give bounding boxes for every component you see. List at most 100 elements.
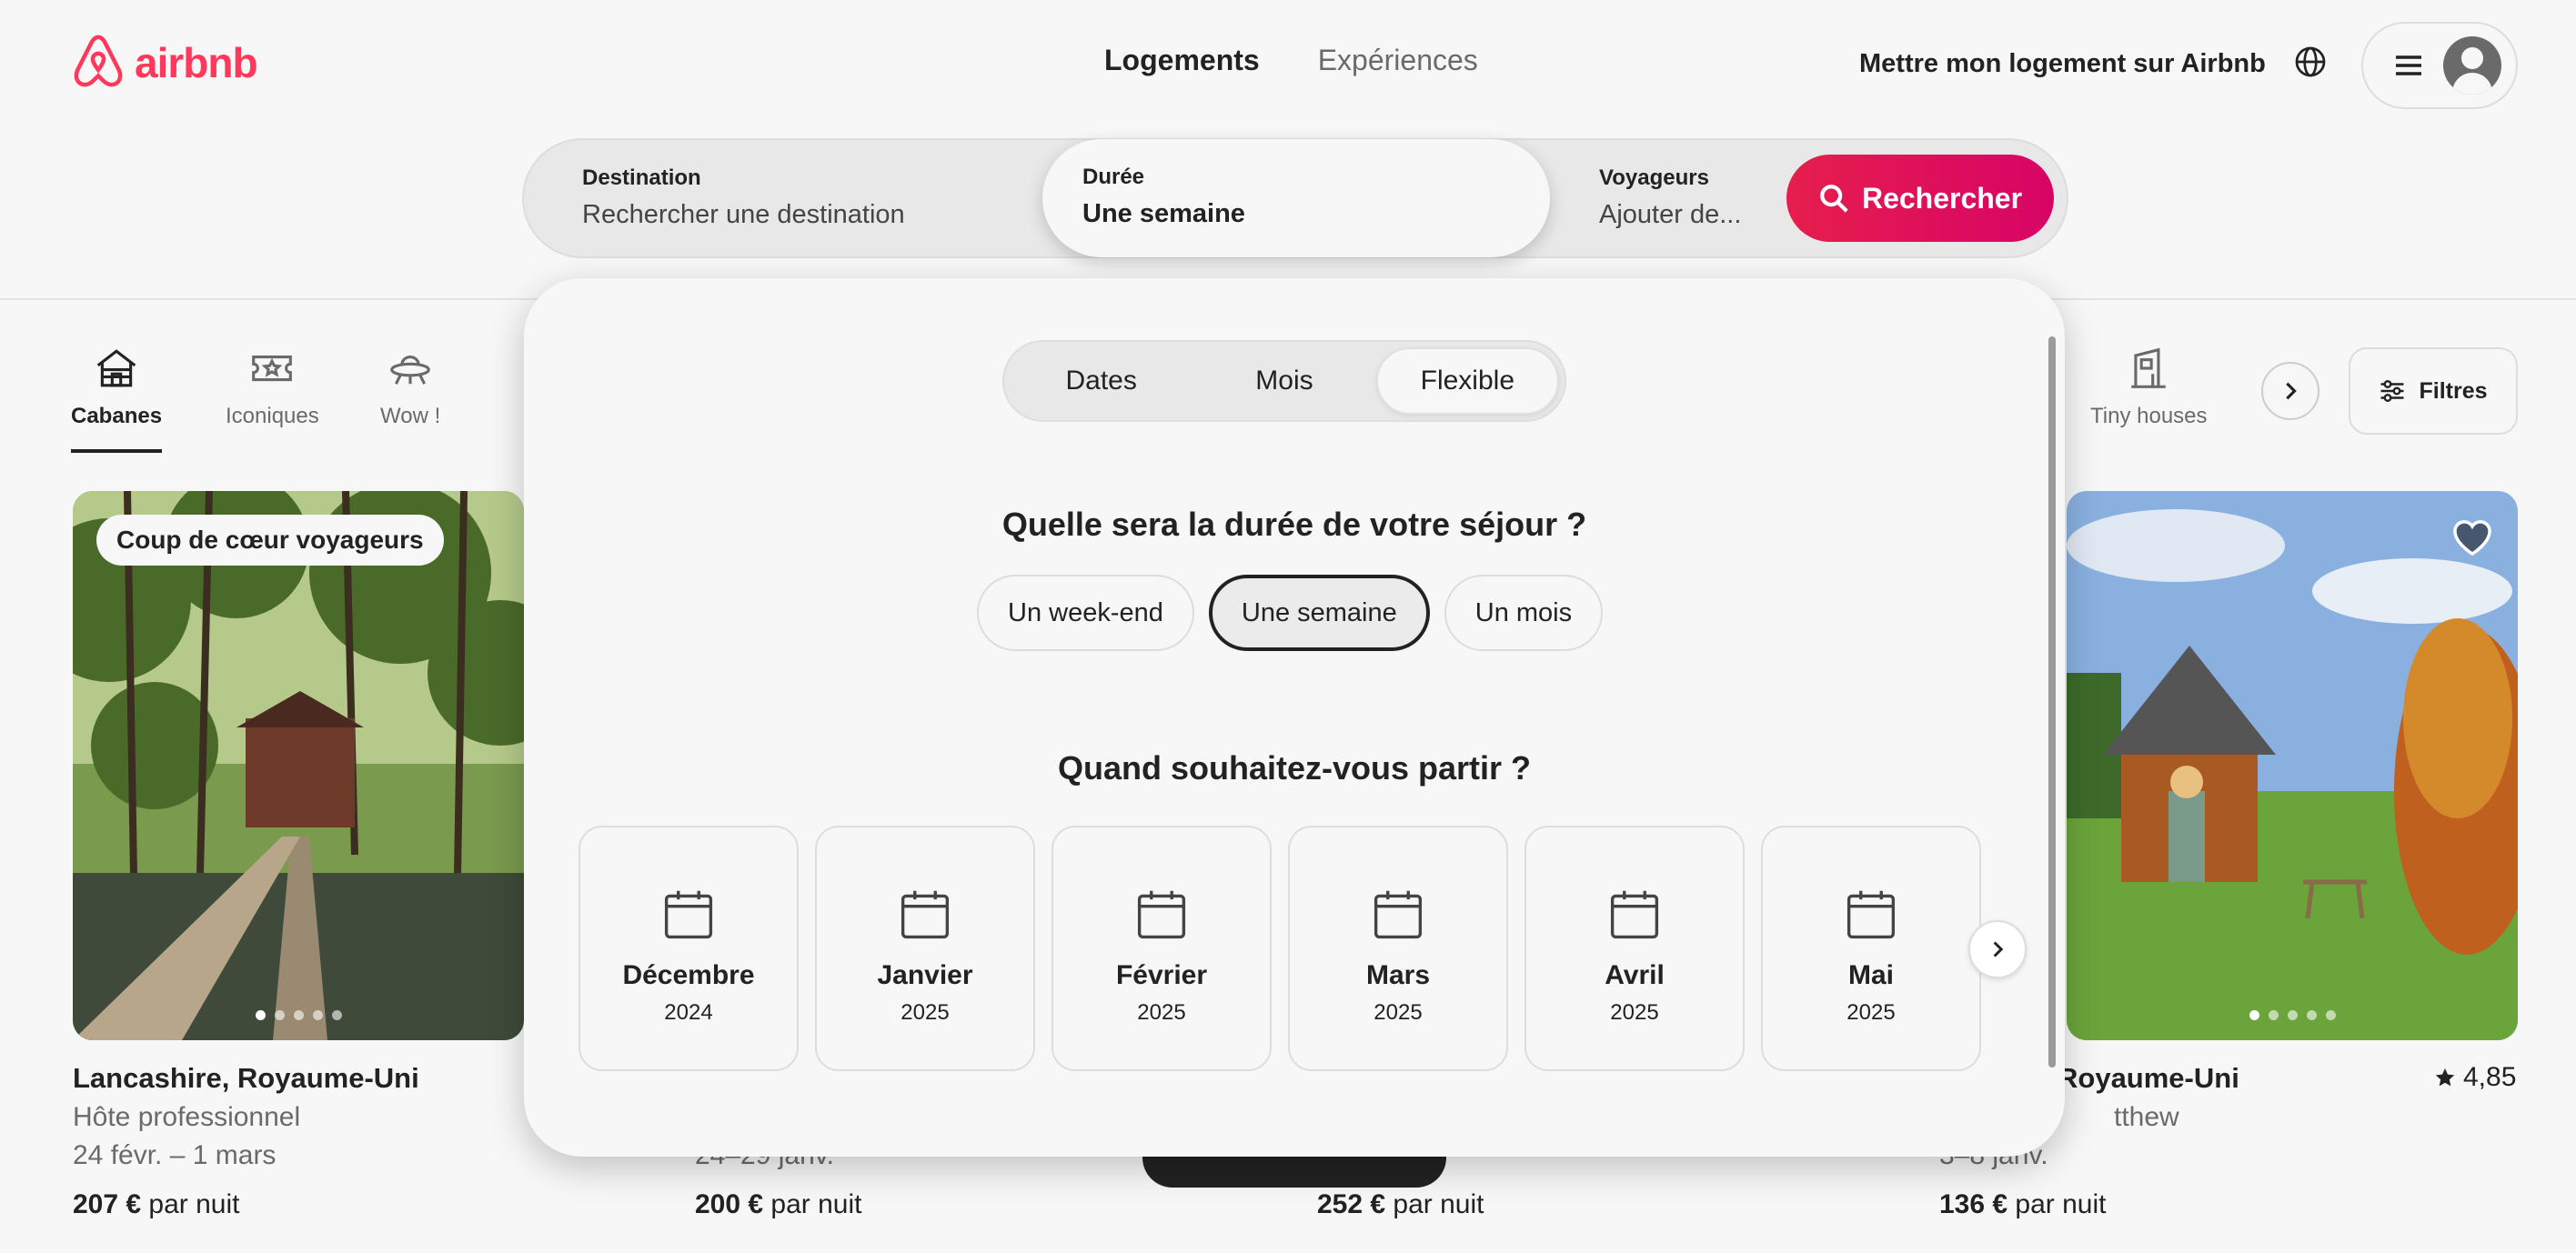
guests-field[interactable]: Voyageurs Ajouter de... xyxy=(1599,140,1741,256)
destination-label: Destination xyxy=(582,165,701,190)
airbnb-logo-icon xyxy=(74,35,123,87)
month-year: 2025 xyxy=(1374,1000,1423,1025)
main-nav: Logements Expériences xyxy=(1104,44,1478,77)
avatar xyxy=(2443,36,2501,95)
filters-label: Filtres xyxy=(2419,377,2488,404)
listing-price: 252 € par nuit xyxy=(1317,1189,1484,1220)
cabin-icon xyxy=(96,349,136,387)
duration-question: Quelle sera la durée de votre séjour ? xyxy=(1001,506,1587,543)
categories-next-button[interactable] xyxy=(2261,362,2319,420)
category-label: Wow ! xyxy=(380,404,441,428)
listing-location: Royaume-Uni xyxy=(2058,1062,2239,1094)
month-year: 2025 xyxy=(1610,1000,1659,1025)
duration-dropdown-panel: Dates Mois Flexible Quelle sera la durée… xyxy=(524,278,2065,1157)
sliders-icon xyxy=(2380,380,2404,402)
month-name: Janvier xyxy=(877,960,973,990)
category-iconiques[interactable]: Iconiques xyxy=(226,346,389,453)
when-question: Quand souhaitez-vous partir ? xyxy=(1057,749,1532,787)
guest-favorite-badge: Coup de cœur voyageurs xyxy=(96,515,444,566)
month-name: Mai xyxy=(1847,960,1894,990)
destination-input[interactable]: Rechercher une destination xyxy=(582,200,905,230)
photo-carousel-dots xyxy=(2067,1010,2518,1020)
category-cabanes[interactable]: Cabanes xyxy=(71,346,235,453)
month-year: 2025 xyxy=(901,1000,950,1025)
duration-field[interactable]: Durée Une semaine xyxy=(1042,139,1550,257)
calendar-icon xyxy=(1610,890,1659,939)
listing-host: tthew xyxy=(2114,1102,2179,1132)
destination-field[interactable]: Destination Rechercher une destination xyxy=(582,140,905,256)
month-picker: Décembre 2024 Janvier 2025 Février 2025 … xyxy=(579,826,1981,1071)
mode-dates[interactable]: Dates xyxy=(1010,347,1192,415)
tiny-house-icon xyxy=(2131,347,2166,388)
month-name: Avril xyxy=(1605,960,1665,990)
listing-price: 200 € par nuit xyxy=(695,1189,861,1220)
duration-value: Une semaine xyxy=(1082,199,1245,228)
months-next-button[interactable] xyxy=(1968,920,2027,978)
ticket-star-icon xyxy=(252,355,293,382)
listing-price: 136 € par nuit xyxy=(1939,1189,2106,1220)
category-tiny-houses[interactable]: Tiny houses xyxy=(2090,346,2208,429)
category-wow[interactable]: Wow ! xyxy=(380,346,544,453)
duration-weekend[interactable]: Un week-end xyxy=(977,575,1194,651)
guests-label: Voyageurs xyxy=(1599,165,1709,190)
price-suffix: par nuit xyxy=(763,1189,862,1219)
price-suffix: par nuit xyxy=(141,1189,240,1219)
listing-photo[interactable]: Coup de cœur voyageurs xyxy=(73,491,524,1040)
listing-price: 207 € par nuit xyxy=(73,1189,239,1220)
month-card[interactable]: Avril 2025 xyxy=(1524,826,1745,1071)
listing-rating: 4,85 xyxy=(2434,1062,2516,1093)
month-name: Mars xyxy=(1365,960,1431,990)
top-header: airbnb Logements Expériences Mettre mon … xyxy=(0,0,2576,300)
price-amount: 200 € xyxy=(695,1189,764,1219)
calendar-icon xyxy=(1374,890,1423,939)
star-icon xyxy=(2435,1068,2455,1087)
month-card[interactable]: Décembre 2024 xyxy=(579,826,799,1071)
rating-value: 4,85 xyxy=(2463,1062,2517,1092)
date-mode-toggle: Dates Mois Flexible xyxy=(1002,340,1566,422)
filters-button[interactable]: Filtres xyxy=(2349,347,2518,435)
duration-options: Un week-end Une semaine Un mois xyxy=(977,575,1604,651)
listing-location: Lancashire, Royaume-Uni xyxy=(73,1062,419,1094)
listing-photo[interactable] xyxy=(2067,491,2518,1040)
month-year: 2025 xyxy=(1137,1000,1186,1025)
tab-logements[interactable]: Logements xyxy=(1104,44,1260,77)
category-label: Tiny houses xyxy=(2090,404,2208,428)
price-amount: 207 € xyxy=(73,1189,142,1219)
search-button-label: Rechercher xyxy=(1861,181,2023,215)
become-host-link[interactable]: Mettre mon logement sur Airbnb xyxy=(1859,49,2266,79)
cabin-photo xyxy=(2067,491,2518,1040)
month-name: Février xyxy=(1115,960,1208,990)
active-category-underline xyxy=(71,449,163,453)
globe-icon[interactable] xyxy=(2294,45,2327,78)
tab-experiences[interactable]: Expériences xyxy=(1318,44,1478,77)
user-menu-button[interactable] xyxy=(2361,22,2518,109)
calendar-icon xyxy=(901,890,950,939)
price-suffix: par nuit xyxy=(2007,1189,2107,1219)
calendar-icon xyxy=(664,890,713,939)
duration-label: Durée xyxy=(1082,165,1145,189)
airbnb-logo[interactable]: airbnb xyxy=(71,33,258,93)
heart-icon[interactable] xyxy=(2450,516,2494,556)
month-card[interactable]: Mai 2025 xyxy=(1761,826,1981,1071)
month-year: 2024 xyxy=(664,1000,713,1025)
month-card[interactable]: Mars 2025 xyxy=(1288,826,1508,1071)
duration-week[interactable]: Une semaine xyxy=(1208,575,1430,651)
chevron-right-icon xyxy=(2286,382,2297,400)
search-icon xyxy=(1820,185,1848,213)
duration-month[interactable]: Un mois xyxy=(1444,575,1604,651)
listing-host: Hôte professionnel xyxy=(73,1102,301,1132)
search-button[interactable]: Rechercher xyxy=(1786,155,2054,242)
category-label: Cabanes xyxy=(71,404,163,428)
cabin-photo xyxy=(73,491,524,1040)
mode-flexible[interactable]: Flexible xyxy=(1375,347,1559,415)
price-amount: 136 € xyxy=(1939,1189,2008,1219)
month-year: 2025 xyxy=(1846,1000,1896,1025)
panel-scrollbar[interactable] xyxy=(2048,336,2056,1068)
mode-mois[interactable]: Mois xyxy=(1192,347,1375,415)
month-card[interactable]: Février 2025 xyxy=(1052,826,1272,1071)
month-card[interactable]: Janvier 2025 xyxy=(815,826,1035,1071)
category-bar: Cabanes Iconiques Wow ! xyxy=(71,346,544,453)
chevron-right-icon xyxy=(1993,941,2004,957)
price-suffix: par nuit xyxy=(1385,1189,1484,1219)
ufo-icon xyxy=(390,355,430,385)
